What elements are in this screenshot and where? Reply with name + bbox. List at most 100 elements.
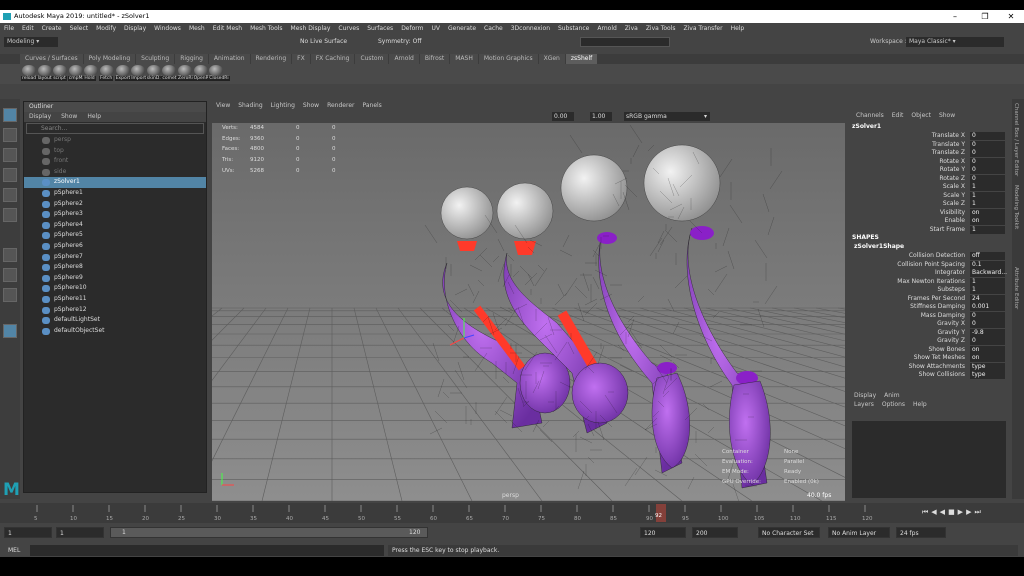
rotate-tool-icon[interactable]	[3, 188, 17, 202]
layer-menu-help[interactable]: Help	[909, 401, 931, 408]
outliner-item[interactable]: pSphere5	[24, 230, 206, 241]
channel-menu-show[interactable]: Show	[935, 112, 959, 119]
channel-value[interactable]: 1	[970, 286, 1005, 294]
shelf-button-comet[interactable]	[162, 65, 177, 76]
outliner-item[interactable]: persp	[24, 135, 206, 146]
channel-value[interactable]: 1	[970, 200, 1005, 208]
side-tab-modeling-toolkit[interactable]: Modeling Toolkit	[1013, 185, 1019, 229]
menu-curves[interactable]: Curves	[334, 23, 363, 34]
channel-value[interactable]: 0	[970, 149, 1005, 157]
channel-row[interactable]: Integrator Backward...	[850, 269, 1007, 278]
outliner-item[interactable]: pSphere9	[24, 273, 206, 284]
channel-row[interactable]: Gravity Z 0	[850, 337, 1005, 346]
outliner-menu-help[interactable]: Help	[82, 113, 106, 120]
shelf-tab-fx[interactable]: FX	[292, 54, 310, 64]
outliner-item[interactable]: pSphere7	[24, 252, 206, 263]
outliner-item[interactable]: top	[24, 146, 206, 157]
channel-value[interactable]: 1	[970, 225, 1005, 234]
channel-row[interactable]: Frames Per Second 24	[850, 294, 1005, 304]
channel-row[interactable]: Rotate Y 0	[850, 166, 1005, 175]
menu-modify[interactable]: Modify	[92, 23, 120, 34]
outliner-menu-display[interactable]: Display	[24, 113, 56, 120]
channel-row[interactable]: Max Newton Iterations 1	[850, 277, 1005, 287]
channel-value[interactable]: 0	[970, 320, 1005, 328]
channel-value[interactable]: 0	[970, 174, 1005, 183]
channel-value[interactable]: 0	[970, 157, 1005, 166]
exposure-field[interactable]: 0.00	[552, 112, 574, 121]
shelf-button-import[interactable]	[131, 65, 146, 76]
channel-row[interactable]: Scale X 1	[850, 183, 1005, 192]
outliner-item[interactable]: side	[24, 167, 206, 178]
channel-row[interactable]: Stiffness Damping 0.001	[850, 303, 1005, 312]
menu-file[interactable]: File	[0, 23, 18, 34]
outliner-item[interactable]: pSphere3	[24, 209, 206, 220]
side-tab-channel-box-layer-editor[interactable]: Channel Box / Layer Editor	[1013, 103, 1019, 176]
channel-menu-object[interactable]: Object	[907, 112, 935, 119]
channel-value[interactable]: type	[970, 362, 1005, 371]
shelf-button-openri[interactable]	[193, 65, 208, 76]
outliner-item[interactable]: defaultLightSet	[24, 315, 206, 326]
3d-viewport-canvas[interactable]	[212, 123, 845, 501]
viewport-menu-panels[interactable]: Panels	[358, 102, 385, 109]
persp-outliner-layout-icon[interactable]	[3, 288, 17, 302]
viewport-menu-renderer[interactable]: Renderer	[323, 102, 358, 109]
outliner-item[interactable]: pSphere10	[24, 283, 206, 294]
fps-dropdown[interactable]: 24 fps	[896, 527, 946, 538]
shelf-button-export[interactable]	[115, 65, 130, 76]
channel-row[interactable]: Mass Damping 0	[850, 311, 1005, 321]
shelf-button-skind-t[interactable]	[146, 65, 161, 76]
shelf-button-fetch[interactable]	[100, 65, 114, 76]
menu-edit-mesh[interactable]: Edit Mesh	[209, 23, 246, 34]
channel-value[interactable]: 0.1	[970, 260, 1005, 269]
menuset-dropdown[interactable]: Modeling ▾	[4, 37, 58, 47]
channel-row[interactable]: Collision Detection off	[850, 252, 1005, 261]
menu-surfaces[interactable]: Surfaces	[363, 23, 397, 34]
channel-row[interactable]: Start Frame 1	[850, 225, 1005, 235]
outliner-search-input[interactable]: Search...	[26, 123, 204, 134]
minimize-icon[interactable]: –	[944, 10, 966, 23]
shelf-tab-motion-graphics[interactable]: Motion Graphics	[478, 54, 538, 64]
menu-display[interactable]: Display	[120, 23, 150, 34]
menu-create[interactable]: Create	[38, 23, 66, 34]
start-frame-field[interactable]: 1	[4, 527, 52, 538]
shelf-button-script[interactable]	[53, 65, 68, 76]
outliner-item[interactable]: pSphere8	[24, 262, 206, 273]
input-line-field[interactable]	[580, 37, 670, 47]
shelf-button-zerorig[interactable]	[178, 65, 192, 76]
viewport-menu-view[interactable]: View	[212, 102, 234, 109]
shelf-button-cmpma[interactable]	[68, 65, 83, 76]
menu-ziva[interactable]: Ziva	[621, 23, 642, 34]
menu-3dconnexion[interactable]: 3Dconnexion	[507, 23, 554, 34]
menu-windows[interactable]: Windows	[150, 23, 185, 34]
layer-menu-layers[interactable]: Layers	[850, 401, 878, 408]
shelf-tab-curves-surfaces[interactable]: Curves / Surfaces	[20, 54, 83, 64]
channel-row[interactable]: Enable on	[850, 217, 1005, 226]
shelf-button-hold[interactable]	[84, 65, 99, 76]
channel-row[interactable]: Rotate X 0	[850, 157, 1005, 167]
command-input[interactable]	[30, 545, 384, 556]
channel-value[interactable]: on	[970, 217, 1005, 225]
shelf-tab-custom[interactable]: Custom	[355, 54, 389, 64]
channel-value[interactable]: 0	[970, 140, 1005, 149]
channel-row[interactable]: Substeps 1	[850, 286, 1005, 295]
channel-value[interactable]: on	[970, 345, 1005, 354]
select-tool-icon[interactable]	[3, 108, 17, 122]
layer-list[interactable]	[852, 421, 1006, 498]
menu-substance[interactable]: Substance	[554, 23, 593, 34]
outliner-item[interactable]: zSolver1	[24, 177, 206, 188]
range-bar[interactable]: 1 120	[110, 527, 428, 538]
channel-row[interactable]: Translate X 0	[850, 132, 1005, 141]
shelf-tab-poly-modeling[interactable]: Poly Modeling	[83, 54, 136, 64]
channel-row[interactable]: Collision Point Spacing 0.1	[850, 260, 1005, 270]
close-icon[interactable]: ✕	[1000, 10, 1022, 23]
anim-end-field[interactable]: 200	[692, 527, 738, 538]
channel-row[interactable]: Show Attachments type	[850, 362, 1005, 372]
side-tab-attribute-editor[interactable]: Attribute Editor	[1013, 267, 1019, 309]
menu-mesh-display[interactable]: Mesh Display	[287, 23, 335, 34]
outliner-item[interactable]: front	[24, 156, 206, 167]
lasso-tool-icon[interactable]	[3, 128, 17, 142]
outliner-layout-icon[interactable]	[3, 324, 17, 338]
channel-value[interactable]: 0	[970, 132, 1005, 140]
shelf-tab-xgen[interactable]: XGen	[538, 54, 565, 64]
channel-value[interactable]: 0	[970, 166, 1005, 174]
